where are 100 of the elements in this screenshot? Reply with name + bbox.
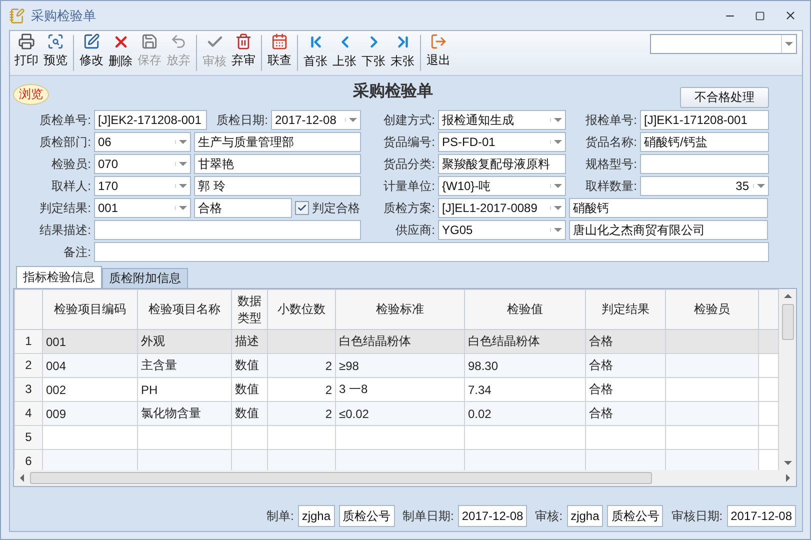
text-field[interactable]: 生产与质量管理部 xyxy=(194,132,361,152)
table-cell: 描述 xyxy=(232,330,268,354)
toolbar-button[interactable]: 下张 xyxy=(359,31,388,75)
text-field[interactable]: 质检公号 xyxy=(338,505,394,527)
column-header: 数据类型 xyxy=(232,290,268,330)
table-cell: 2 xyxy=(268,354,336,378)
text-field[interactable]: 2017-12-08 xyxy=(726,505,796,527)
table-cell: PH xyxy=(138,378,232,402)
form-title: 采购检验单 xyxy=(353,81,433,102)
text-field[interactable]: 合格 xyxy=(194,198,292,218)
trash-icon xyxy=(235,33,252,50)
printer-icon xyxy=(18,33,35,50)
caret-icon xyxy=(554,206,562,210)
column-header: 检验项目名称 xyxy=(138,290,232,330)
table-cell: 2 xyxy=(268,378,336,402)
text-field[interactable]: 聚羧酸复配母液原料 xyxy=(438,154,566,174)
table-cell: ≤0.02 xyxy=(336,402,464,426)
table-cell: 009 xyxy=(42,402,138,426)
column-header: 判定结果 xyxy=(586,290,666,330)
table-cell: 2 xyxy=(268,402,336,426)
toolbar-dropdown[interactable] xyxy=(650,34,797,54)
combo-field[interactable]: {W10}-吨 xyxy=(438,176,566,196)
table-cell: 合格 xyxy=(586,354,666,378)
column-header: 检验标准 xyxy=(336,290,464,330)
column-header: 检验值 xyxy=(464,290,586,330)
text-field[interactable]: 甘翠艳 xyxy=(194,154,361,174)
field-label: 供应商: xyxy=(394,222,435,239)
combo-field[interactable]: 2017-12-08 xyxy=(271,110,361,130)
table-cell: 氯化物含量 xyxy=(138,402,232,426)
scroll-down-icon xyxy=(784,461,792,465)
text-field[interactable]: [J]EK2-171208-001 xyxy=(94,110,207,130)
field-label: 货品编号: xyxy=(382,134,435,151)
combo-field[interactable]: 001 xyxy=(94,198,191,218)
toolbar-button[interactable]: 弃审 xyxy=(229,31,258,75)
scroll-right-icon xyxy=(786,474,790,482)
text-field[interactable]: 硝酸钙 xyxy=(569,198,768,218)
horizontal-scrollbar[interactable] xyxy=(14,470,796,486)
toolbar-button[interactable]: 退出 xyxy=(424,31,453,75)
toolbar-button[interactable]: 删除 xyxy=(106,31,135,75)
combo-field[interactable]: 070 xyxy=(94,154,191,174)
tab[interactable]: 质检附加信息 xyxy=(102,268,188,288)
row-number: 2 xyxy=(14,354,42,378)
combo-field[interactable]: PS-FD-01 xyxy=(438,132,566,152)
caret-icon xyxy=(554,118,562,122)
text-field[interactable]: 质检公号 xyxy=(607,505,664,527)
table-cell: 数值 xyxy=(232,402,268,426)
toolbar-button[interactable]: 末张 xyxy=(388,31,417,75)
toolbar-button[interactable]: 上张 xyxy=(330,31,359,75)
text-field[interactable]: zjgha xyxy=(298,505,334,527)
toolbar-button[interactable]: 预览 xyxy=(41,31,70,75)
table-cell: 外观 xyxy=(138,330,232,354)
scroll-thumb xyxy=(782,304,794,340)
caret-icon xyxy=(554,140,562,144)
text-field[interactable]: 郭 玲 xyxy=(194,176,361,196)
field-label: 计量单位: xyxy=(382,178,435,195)
toolbar-button[interactable]: 修改 xyxy=(77,31,106,75)
combo-field[interactable]: 170 xyxy=(94,176,191,196)
field-label: 审核: xyxy=(535,508,563,524)
combo-field[interactable]: 报检通知生成 xyxy=(438,110,566,130)
calendar-icon xyxy=(271,33,288,50)
form-icon xyxy=(9,8,25,24)
field-label: 备注: xyxy=(62,244,91,261)
maximize-icon xyxy=(755,10,765,20)
field-label: 报检单号: xyxy=(584,112,637,129)
tab[interactable]: 指标检验信息 xyxy=(16,266,102,288)
check-icon xyxy=(297,203,307,213)
row-number: 6 xyxy=(14,450,42,470)
combo-field[interactable]: [J]EL1-2017-0089 xyxy=(438,198,566,218)
mode-badge: 浏览 xyxy=(13,84,49,104)
combo-field[interactable]: YG05 xyxy=(438,220,566,240)
text-field[interactable]: zjgha xyxy=(566,505,604,527)
toolbar-button[interactable]: 首张 xyxy=(301,31,330,75)
vertical-scrollbar[interactable] xyxy=(779,289,796,470)
checkbox[interactable]: 判定合格 xyxy=(295,198,361,218)
text-field[interactable] xyxy=(94,242,769,262)
table-cell: ≥98 xyxy=(336,354,464,378)
combo-field[interactable]: 06 xyxy=(94,132,191,152)
table-cell: 004 xyxy=(42,354,138,378)
text-field[interactable]: 唐山化之杰商贸有限公司 xyxy=(569,220,768,240)
text-field[interactable]: 2017-12-08 xyxy=(458,505,528,527)
field-label: 审核日期: xyxy=(671,508,723,524)
field-label: 取样人: xyxy=(50,178,91,195)
table-cell: 主含量 xyxy=(138,354,232,378)
table-cell: 白色结晶粉体 xyxy=(336,330,464,354)
column-header: 检验项目编码 xyxy=(42,290,138,330)
text-field[interactable]: [J]EK1-171208-001 xyxy=(640,110,769,130)
combo-field[interactable]: 35 xyxy=(640,176,769,196)
toolbar-button[interactable]: 打印 xyxy=(12,31,41,75)
edit-icon xyxy=(83,33,100,50)
text-field[interactable] xyxy=(640,154,769,174)
field-label: 结果描述: xyxy=(38,222,91,239)
toolbar-button[interactable]: 联查 xyxy=(265,31,294,75)
scroll-up-icon xyxy=(784,294,792,298)
reject-button[interactable]: 不合格处理 xyxy=(680,87,769,108)
text-field[interactable]: 硝酸钙/钙盐 xyxy=(640,132,769,152)
table-cell: 合格 xyxy=(586,330,666,354)
column-header: 检验员 xyxy=(666,290,758,330)
text-field[interactable] xyxy=(94,220,361,240)
field-label: 货品分类: xyxy=(382,156,435,173)
field-label: 规格型号: xyxy=(584,156,637,173)
